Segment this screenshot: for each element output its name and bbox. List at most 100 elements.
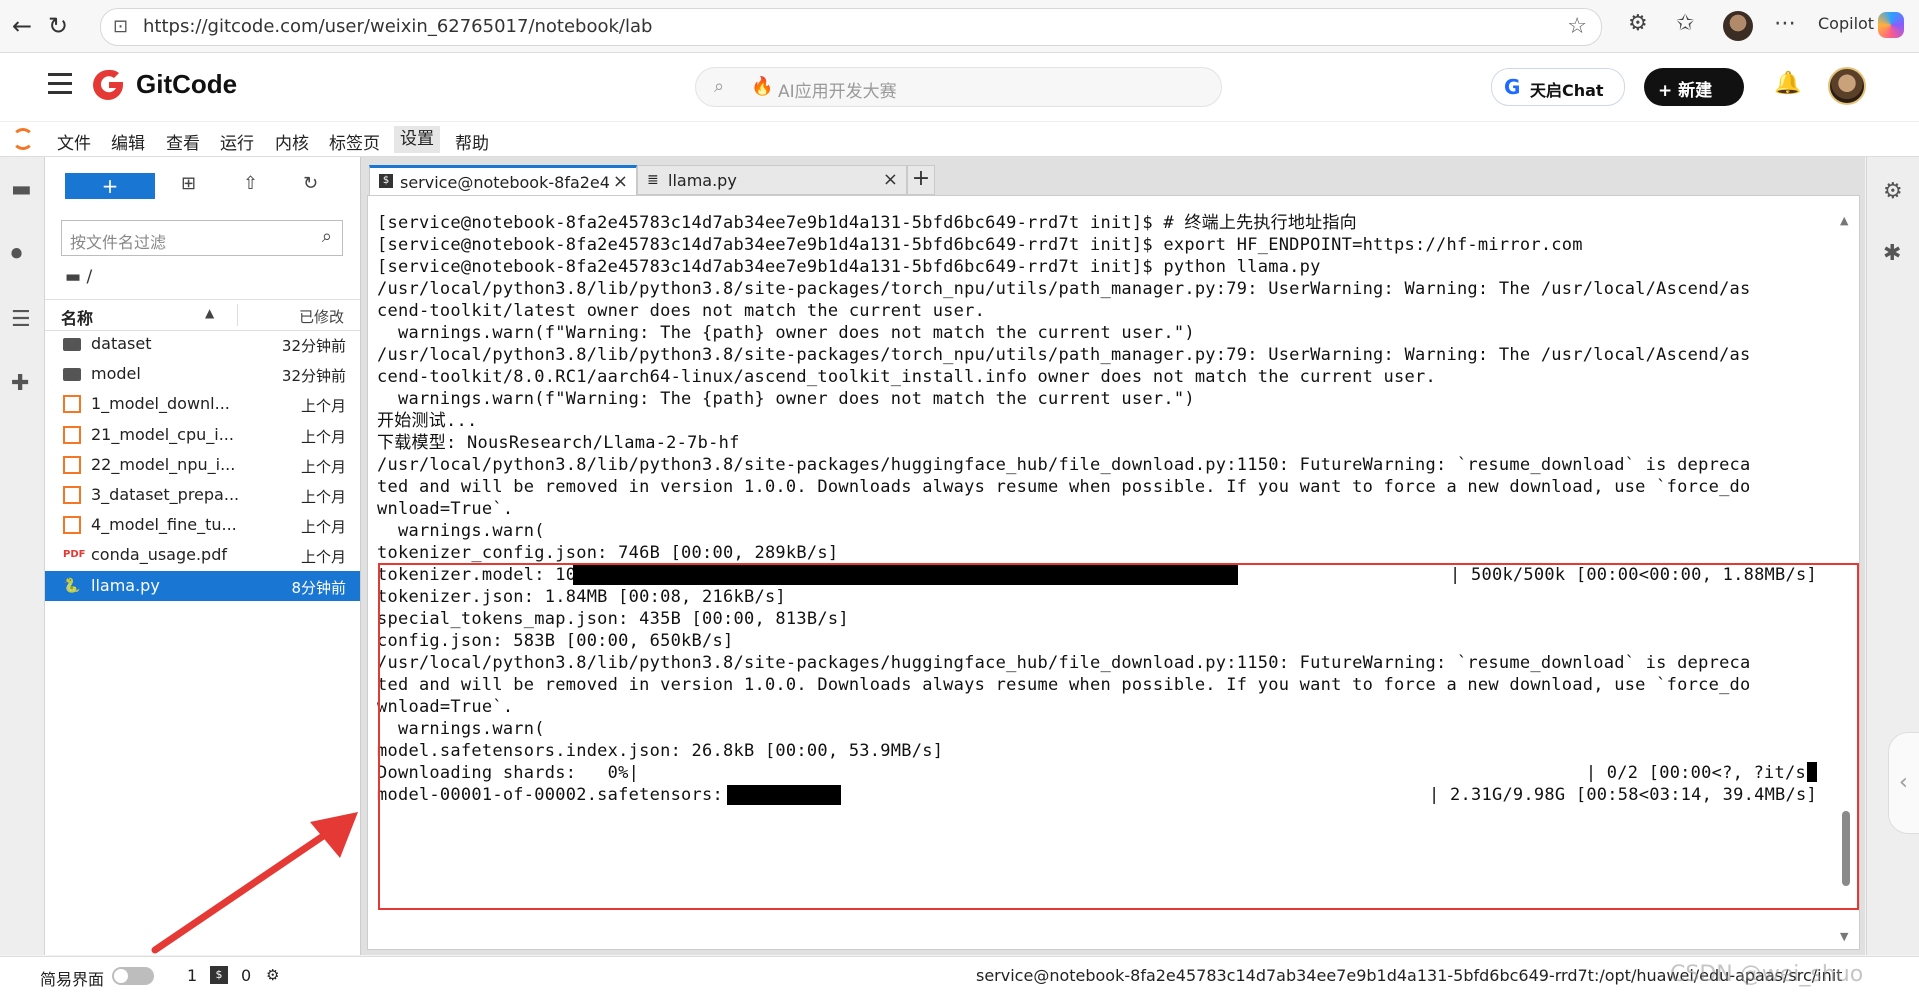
file-row[interactable]: 4_model_fine_tu... 上个月 xyxy=(45,510,360,540)
column-modified-header[interactable]: 已修改 xyxy=(299,306,344,327)
terminal-panel[interactable]: [service@notebook-8fa2e45783c14d7ab34ee7… xyxy=(367,195,1860,950)
copilot-label[interactable]: Copilot xyxy=(1818,14,1874,33)
file-modified: 上个月 xyxy=(300,397,346,416)
menu-tabs[interactable]: 标签页 xyxy=(329,129,380,154)
terminal-line: [service@notebook-8fa2e45783c14d7ab34ee7… xyxy=(377,213,1357,233)
filter-placeholder: 按文件名过滤 xyxy=(70,233,167,252)
highlight-annotation-box xyxy=(378,563,1859,910)
file-filter-input[interactable]: 按文件名过滤 ⌕ xyxy=(61,220,343,256)
scroll-down-icon[interactable]: ▼ xyxy=(1840,930,1848,943)
chat-button-label: 天启Chat xyxy=(1530,81,1604,100)
new-tab-button[interactable]: + xyxy=(907,165,935,195)
reload-icon[interactable]: ↻ xyxy=(42,10,74,42)
user-avatar[interactable] xyxy=(1828,67,1866,105)
more-icon[interactable]: ⋯ xyxy=(1774,11,1796,36)
terminal-line: /usr/local/python3.8/lib/python3.8/site-… xyxy=(377,455,1751,475)
text-file-icon: ≣ xyxy=(647,172,659,188)
terminal-scrollbar[interactable]: ▲ ▼ xyxy=(1839,196,1853,949)
simple-mode-toggle[interactable] xyxy=(112,967,154,985)
terminal-line: warnings.warn( xyxy=(377,521,545,541)
breadcrumb[interactable]: ▬ / xyxy=(65,267,92,287)
search-icon: ⌕ xyxy=(321,226,332,247)
refresh-icon[interactable]: ↻ xyxy=(303,173,318,194)
scrollbar-thumb[interactable] xyxy=(1842,811,1850,886)
gitcode-logo-icon[interactable] xyxy=(90,67,126,103)
favorites-icon[interactable]: ✩ xyxy=(1676,11,1694,36)
terminal-line: tokenizer_config.json: 746B [00:00, 289k… xyxy=(377,543,839,563)
notification-bell-icon[interactable]: 🔔 xyxy=(1774,71,1801,96)
extensions-puzzle-icon[interactable]: ✚ xyxy=(11,371,29,396)
python-file-icon: 🐍 xyxy=(63,577,81,594)
back-icon[interactable]: ← xyxy=(6,10,38,42)
tab-terminal[interactable]: $ service@notebook-8fa2e4 × xyxy=(369,165,637,196)
chevron-left-icon: ‹ xyxy=(1899,770,1908,795)
close-icon[interactable]: × xyxy=(613,171,628,192)
search-input[interactable]: ⌕ 🔥 AI应用开发大赛 xyxy=(695,67,1222,107)
sort-ascending-icon[interactable]: ▲ xyxy=(205,306,214,320)
debugger-bug-icon[interactable]: ✱ xyxy=(1883,241,1901,266)
terminal-line: ted and will be removed in version 1.0.0… xyxy=(377,477,1751,497)
menu-edit[interactable]: 编辑 xyxy=(111,129,145,154)
new-launcher-button[interactable]: + xyxy=(65,173,155,199)
file-modified: 上个月 xyxy=(300,548,346,567)
menu-help[interactable]: 帮助 xyxy=(455,129,489,154)
extensions-icon[interactable]: ⚙ xyxy=(1628,11,1648,36)
running-kernels-icon[interactable]: ⏺ xyxy=(11,241,22,266)
terminal-line: wnload=True`. xyxy=(377,499,514,519)
terminal-line: warnings.warn(f"Warning: The {path} owne… xyxy=(377,323,1195,343)
browser-profile-avatar[interactable] xyxy=(1723,11,1753,41)
terminal-line: [service@notebook-8fa2e45783c14d7ab34ee7… xyxy=(377,257,1321,277)
property-inspector-gear-icon[interactable]: ⚙ xyxy=(1883,179,1903,204)
new-button[interactable]: + 新建 xyxy=(1644,68,1744,106)
terminal-icon: $ xyxy=(379,174,393,188)
annotation-arrow xyxy=(151,812,358,954)
file-row[interactable]: 3_dataset_prepa... 上个月 xyxy=(45,480,360,510)
file-row[interactable]: 21_model_cpu_i... 上个月 xyxy=(45,420,360,450)
column-divider xyxy=(237,304,238,326)
table-of-contents-icon[interactable]: ☰ xyxy=(11,307,31,332)
column-name-header[interactable]: 名称 xyxy=(61,305,93,329)
notebook-icon xyxy=(63,455,81,474)
collapse-panel-button[interactable]: ‹ xyxy=(1888,732,1919,834)
pdf-icon: PDF xyxy=(63,549,86,561)
tianqi-chat-button[interactable]: G 天启Chat xyxy=(1491,68,1625,106)
file-name: 3_dataset_prepa... xyxy=(91,485,240,504)
url-text: https://gitcode.com/user/weixin_62765017… xyxy=(143,16,653,37)
breadcrumb-folder-icon: ▬ xyxy=(65,267,82,287)
menu-view[interactable]: 查看 xyxy=(166,129,200,154)
folder-icon[interactable]: ▬ xyxy=(11,177,32,202)
kernel-status-gear-icon[interactable]: ⚙ xyxy=(266,966,279,984)
file-row[interactable]: 1_model_downl... 上个月 xyxy=(45,389,360,419)
menu-file[interactable]: 文件 xyxy=(57,129,91,154)
left-activity-bar: ▬ ⏺ ☰ ✚ xyxy=(0,157,45,955)
terminal-count[interactable]: 0 xyxy=(241,966,251,985)
file-row[interactable]: 22_model_npu_i... 上个月 xyxy=(45,450,360,480)
menu-kernel[interactable]: 内核 xyxy=(275,129,309,154)
file-row[interactable]: PDF conda_usage.pdf 上个月 xyxy=(45,540,360,570)
close-icon[interactable]: × xyxy=(883,169,898,190)
file-name: conda_usage.pdf xyxy=(91,545,227,565)
copilot-icon[interactable] xyxy=(1878,12,1904,38)
tab-terminal-label: service@notebook-8fa2e4 xyxy=(400,173,610,192)
main-dock-area: $ service@notebook-8fa2e4 × ≣ llama.py ×… xyxy=(361,157,1865,955)
file-row[interactable]: model 32分钟前 xyxy=(45,359,360,389)
upload-icon[interactable]: ⇧ xyxy=(243,173,258,194)
file-name: 1_model_downl... xyxy=(91,394,230,414)
file-row[interactable]: 🐍 llama.py 8分钟前 xyxy=(45,570,360,601)
menu-run[interactable]: 运行 xyxy=(220,129,254,154)
site-info-icon[interactable]: ⊡ xyxy=(113,16,128,37)
gitcode-brand[interactable]: GitCode xyxy=(136,69,237,100)
notebook-icon xyxy=(63,395,81,414)
file-name: 22_model_npu_i... xyxy=(91,454,236,474)
scroll-up-icon[interactable]: ▲ xyxy=(1840,214,1848,227)
kernel-count[interactable]: 1 xyxy=(187,966,197,985)
favorite-star-icon[interactable]: ☆ xyxy=(1567,14,1587,39)
address-bar[interactable]: ⊡ https://gitcode.com/user/weixin_627650… xyxy=(100,8,1602,46)
tab-llama-py[interactable]: ≣ llama.py × xyxy=(637,165,907,195)
new-folder-icon[interactable]: ⊞ xyxy=(181,173,196,194)
menu-settings[interactable]: 设置 xyxy=(394,126,440,153)
jupyter-logo-icon xyxy=(12,128,34,150)
file-row[interactable]: dataset 32分钟前 xyxy=(45,329,360,359)
hamburger-menu-icon[interactable] xyxy=(48,73,72,95)
file-name: 21_model_cpu_i... xyxy=(91,424,234,444)
